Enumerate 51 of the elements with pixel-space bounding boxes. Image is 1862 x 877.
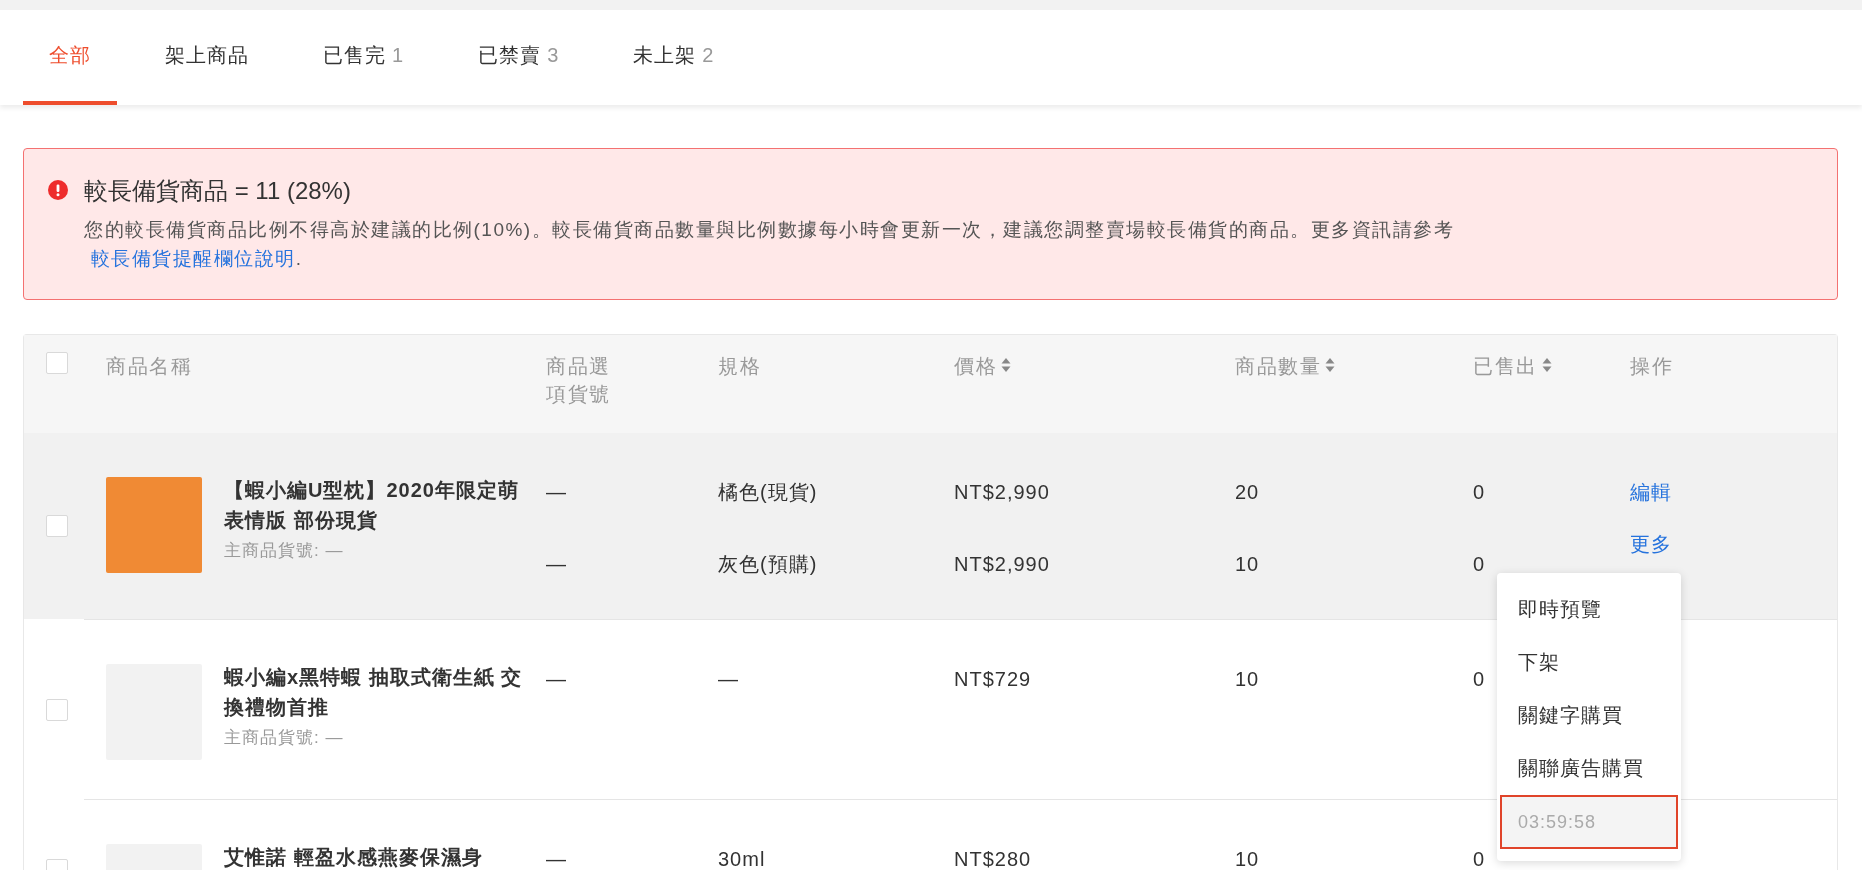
warning-title: 較長備貨商品 = 11 (28%) [84,176,352,206]
product-name[interactable]: 【蝦小編U型枕】2020年限定萌表情版 部份現貨 [224,475,524,535]
column-header: 規格 [718,354,761,379]
sort-icon [1541,357,1552,373]
table-cell-text: — [546,667,567,692]
table-cell-text: — [546,847,567,870]
tab[interactable]: 未上架 2 [607,10,741,105]
sort-icon [1001,357,1011,373]
table-cell-text: 10 [1235,847,1260,870]
table-cell-text: — [546,480,567,505]
column-header: 商品選項貨號 [546,354,612,407]
menu-item[interactable]: 關聯廣告購買 [1497,742,1681,795]
action-link[interactable]: 更多 [1630,529,1672,559]
tab[interactable]: 全部 [23,10,117,105]
menu-item[interactable]: 下架 [1497,636,1681,689]
sort-icon [1325,357,1335,373]
help-link[interactable]: 較長備貨提醒欄位說明 [90,248,296,269]
column-header: 操作 [1630,354,1673,379]
checkbox[interactable] [46,352,68,374]
checkbox[interactable] [46,515,68,537]
tab[interactable]: 架上商品 [139,10,275,105]
warning-icon [48,180,68,200]
tab[interactable]: 已售完 1 [297,10,431,105]
table-cell-text: 0 [1473,480,1486,505]
menu-item[interactable]: 即時預覽 [1497,583,1681,636]
column-header: 商品名稱 [106,354,192,379]
menu-item[interactable]: 關鍵字購買 [1497,689,1681,742]
table-cell-text: NT$280 [954,847,1032,870]
warning-message: 您的較長備貨商品比例不得高於建議的比例(10%)。較長備貨商品數量與比例數據每小時會更新一次，建議您調整賣場較長備貨的商品。更多資訊請參考 較長備貨提醒欄位說明. [84,218,1456,271]
product-name[interactable]: 艾惟諾 輕盈水感燕麥保濕身 [224,842,483,870]
product-sku: 主商品貨號: — [224,540,345,562]
product-sku: 主商品貨號: — [224,727,345,749]
action-link[interactable]: 編輯 [1630,477,1672,507]
table-cell-text: 0 [1473,847,1486,870]
table-cell-text: NT$2,990 [954,552,1050,577]
table-cell-text: 0 [1473,552,1486,577]
table-cell-text: 橘色(現貨) [718,480,818,505]
table-cell-text: 10 [1235,667,1260,692]
table-cell-text: 0 [1473,667,1486,692]
table-cell-text: 30ml [718,847,766,870]
table-cell-text: 10 [1235,552,1260,577]
tab[interactable]: 已禁賣 3 [452,10,586,105]
table-cell-text: 20 [1235,480,1260,505]
table-cell-text: NT$729 [954,667,1032,692]
table-cell-text: NT$2,990 [954,480,1050,505]
table-cell-text: — [546,552,567,577]
table-cell-text: 灰色(預購) [718,552,818,577]
countdown-timer: 03:59:58 [1500,795,1678,849]
table-cell-text: — [718,667,739,692]
checkbox[interactable] [46,698,68,721]
product-name[interactable]: 蝦小編x黑特蝦 抽取式衛生紙 交換禮物首推 [224,662,524,722]
